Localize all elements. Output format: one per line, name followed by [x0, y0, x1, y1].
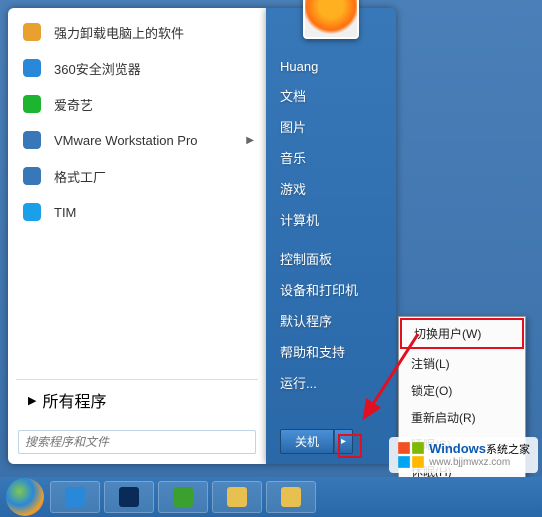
- vmware-icon: [20, 128, 44, 152]
- right-item[interactable]: 帮助和支持: [266, 336, 396, 367]
- tim-icon: [20, 200, 44, 224]
- watermark-url: www.bjjmwxz.com: [429, 457, 530, 468]
- ie360-icon: [20, 56, 44, 80]
- submenu-item[interactable]: 重新启动(R): [399, 404, 525, 431]
- watermark: Windows系统之家 www.bjjmwxz.com: [389, 437, 538, 473]
- watermark-suffix: 系统之家: [486, 444, 530, 456]
- right-item[interactable]: 文档: [266, 80, 396, 111]
- right-item[interactable]: 设备和打印机: [266, 274, 396, 305]
- taskbar: [0, 477, 542, 517]
- program-item-0[interactable]: 强力卸载电脑上的软件: [12, 14, 262, 50]
- right-shortcut-list: Huang 文档图片音乐游戏计算机控制面板设备和打印机默认程序帮助和支持运行..…: [266, 45, 396, 406]
- format-factory-icon: [20, 164, 44, 188]
- program-label: TIM: [54, 205, 254, 220]
- ie-icon: [64, 486, 86, 508]
- chevron-right-icon: ▶: [246, 135, 254, 146]
- program-item-1[interactable]: 360安全浏览器: [12, 50, 262, 86]
- search-container: [18, 430, 256, 454]
- taskbar-app-ie[interactable]: [50, 481, 100, 513]
- start-right-panel: Huang 文档图片音乐游戏计算机控制面板设备和打印机默认程序帮助和支持运行..…: [266, 8, 396, 464]
- shutdown-button[interactable]: 关机: [280, 429, 334, 454]
- submenu-item[interactable]: 锁定(O): [399, 377, 525, 404]
- windows-logo-icon: [397, 441, 425, 469]
- taskbar-app-photoshop[interactable]: [104, 481, 154, 513]
- triangle-right-icon: ▶: [28, 394, 36, 407]
- folder-icon: [226, 486, 248, 508]
- program-label: VMware Workstation Pro: [54, 133, 246, 148]
- iqiyi-icon: [20, 92, 44, 116]
- program-label: 爱奇艺: [54, 95, 254, 114]
- photoshop-icon: [118, 486, 140, 508]
- uninstall-icon: [20, 20, 44, 44]
- start-menu: 强力卸载电脑上的软件 360安全浏览器爱奇艺 VMware Workstation …: [8, 8, 266, 464]
- right-item[interactable]: 音乐: [266, 142, 396, 173]
- program-label: 格式工厂: [54, 167, 254, 186]
- program-item-2[interactable]: 爱奇艺: [12, 86, 262, 122]
- right-item[interactable]: 图片: [266, 111, 396, 142]
- start-button[interactable]: [6, 478, 44, 516]
- taskbar-app-folder2[interactable]: [266, 481, 316, 513]
- submenu-item[interactable]: 切换用户(W): [400, 318, 524, 349]
- watermark-title: Windows: [429, 441, 486, 456]
- program-item-3[interactable]: VMware Workstation Pro▶: [12, 122, 262, 158]
- program-item-5[interactable]: TIM: [12, 194, 262, 230]
- all-programs-label: 所有程序: [42, 388, 106, 412]
- folder2-icon: [280, 486, 302, 508]
- taskbar-app-media[interactable]: [158, 481, 208, 513]
- submenu-item[interactable]: 注销(L): [399, 350, 525, 377]
- annotation-highlight-power: [338, 434, 362, 458]
- user-name-item[interactable]: Huang: [266, 53, 396, 80]
- right-item[interactable]: 默认程序: [266, 305, 396, 336]
- right-item[interactable]: 运行...: [266, 367, 396, 398]
- right-item[interactable]: 游戏: [266, 173, 396, 204]
- program-label: 360安全浏览器: [54, 59, 254, 78]
- program-label: 强力卸载电脑上的软件: [54, 23, 254, 42]
- right-item[interactable]: 控制面板: [266, 243, 396, 274]
- media-icon: [172, 486, 194, 508]
- programs-list: 强力卸载电脑上的软件 360安全浏览器爱奇艺 VMware Workstation …: [8, 8, 266, 375]
- search-input[interactable]: [18, 430, 256, 454]
- program-item-4[interactable]: 格式工厂: [12, 158, 262, 194]
- all-programs-button[interactable]: ▶ 所有程序: [16, 379, 258, 420]
- taskbar-app-folder[interactable]: [212, 481, 262, 513]
- user-picture[interactable]: [303, 0, 359, 39]
- right-item[interactable]: 计算机: [266, 204, 396, 235]
